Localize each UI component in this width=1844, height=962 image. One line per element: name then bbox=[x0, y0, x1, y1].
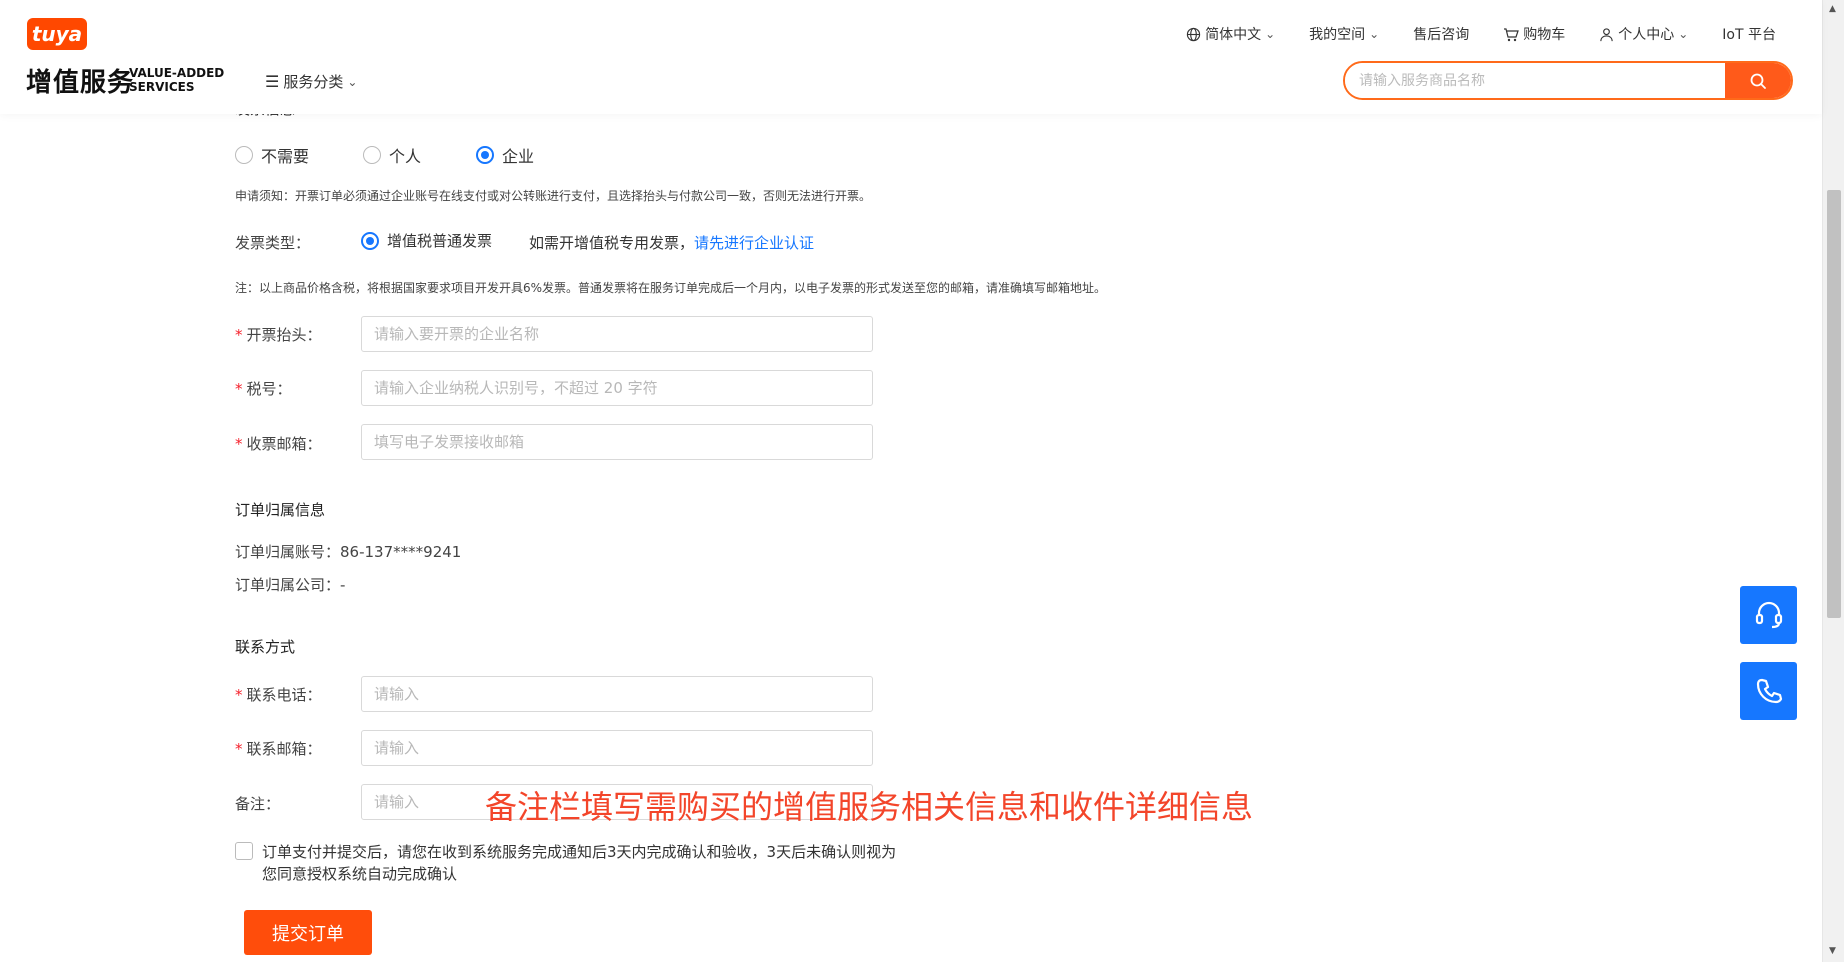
iot-platform-link[interactable]: IoT 平台 bbox=[1722, 24, 1776, 44]
label-text: 联系邮箱： bbox=[246, 740, 322, 758]
agreement-line: 您同意授权系统自动完成确认 bbox=[262, 865, 458, 883]
my-space-label: 我的空间 bbox=[1309, 27, 1366, 43]
vertical-scrollbar[interactable]: ▲ ▼ bbox=[1822, 0, 1844, 962]
my-space-menu[interactable]: 我的空间 ⌄ bbox=[1309, 24, 1379, 44]
agreement-line: 订单支付并提交后，请您在收到系统服务完成通知后3天内完成确认和验收，3天后未确认… bbox=[262, 843, 897, 861]
agreement-checkbox[interactable] bbox=[235, 842, 253, 860]
scroll-up-arrow-icon[interactable]: ▲ bbox=[1829, 4, 1836, 14]
subtitle-line: VALUE-ADDED bbox=[129, 66, 225, 80]
radio-circle bbox=[363, 146, 381, 164]
invoice-email-input[interactable] bbox=[361, 424, 873, 460]
language-selector[interactable]: 简体中文 ⌄ bbox=[1186, 24, 1275, 44]
chevron-down-icon: ⌄ bbox=[1265, 27, 1276, 41]
subtitle-line: SERVICES bbox=[129, 80, 195, 94]
cart-link[interactable]: 购物车 bbox=[1503, 24, 1565, 44]
order-company: 订单归属公司：- bbox=[235, 574, 345, 595]
radio-enterprise[interactable]: 企业 bbox=[476, 143, 534, 167]
list-icon: ☰ bbox=[265, 72, 280, 91]
remark-label: 备注： bbox=[235, 795, 281, 813]
language-label: 简体中文 bbox=[1205, 27, 1262, 43]
invoice-title-label: * 开票抬头： bbox=[235, 326, 322, 344]
tuya-logo[interactable]: tuya bbox=[27, 18, 87, 50]
radio-label: 不需要 bbox=[261, 147, 310, 166]
invoice-type-label: 发票类型： bbox=[235, 234, 311, 252]
enterprise-cert-link[interactable]: 请先进行企业认证 bbox=[694, 234, 814, 252]
customer-service-button[interactable] bbox=[1740, 586, 1797, 644]
phone-icon bbox=[1756, 678, 1782, 704]
radio-circle bbox=[235, 146, 253, 164]
contact-email-label: * 联系邮箱： bbox=[235, 740, 322, 758]
personal-center-menu[interactable]: 个人中心 ⌄ bbox=[1599, 24, 1688, 44]
top-nav: 简体中文 ⌄ 我的空间 ⌄ 售后咨询 购物车 个人中心 ⌄ IoT 平台 bbox=[1186, 24, 1776, 44]
radio-circle-selected bbox=[476, 146, 494, 164]
radio-label: 企业 bbox=[502, 147, 535, 166]
category-menu-label: 服务分类 bbox=[283, 73, 344, 91]
search-bar bbox=[1343, 61, 1793, 100]
cart-icon bbox=[1504, 27, 1520, 41]
contact-email-input[interactable] bbox=[361, 730, 873, 766]
site-title: 增值服务 bbox=[26, 68, 135, 98]
search-input[interactable] bbox=[1345, 63, 1725, 98]
invoice-notice: 申请须知：开票订单必须通过企业账号在线支付或对公转账进行支付，且选择抬头与付款公… bbox=[235, 189, 872, 203]
invoice-email-label: * 收票邮箱： bbox=[235, 435, 322, 453]
annotation-overlay: 备注栏填写需购买的增值服务相关信息和收件详细信息 bbox=[485, 788, 1254, 826]
order-form: 发票信息 不需要 个人 企业 申请须知：开票订单必须通过企业账号在线支付或对公转… bbox=[0, 0, 1822, 962]
radio-label: 个人 bbox=[389, 147, 422, 166]
special-invoice-text: 如需开增值税专用发票， bbox=[529, 234, 695, 252]
tax-note: 注：以上商品价格含税，将根据国家要求项目开发开具6%发票。普通发票将在服务订单完… bbox=[235, 281, 1107, 295]
cart-label: 购物车 bbox=[1523, 27, 1566, 43]
company-label: 订单归属公司： bbox=[235, 576, 341, 594]
chevron-down-icon: ⌄ bbox=[1369, 27, 1380, 41]
search-button[interactable] bbox=[1725, 63, 1791, 98]
label-text: 联系电话： bbox=[246, 686, 322, 704]
after-sales-label: 售后咨询 bbox=[1413, 27, 1470, 43]
label-text: 税号： bbox=[246, 380, 292, 398]
agreement-text: 订单支付并提交后，请您在收到系统服务完成通知后3天内完成确认和验收，3天后未确认… bbox=[262, 841, 896, 885]
radio-label: 增值税普通发票 bbox=[387, 232, 493, 250]
chevron-down-icon: ⌄ bbox=[1678, 27, 1689, 41]
account-value: 86-137****9241 bbox=[340, 543, 462, 561]
iot-platform-label: IoT 平台 bbox=[1722, 27, 1776, 43]
radio-no-invoice[interactable]: 不需要 bbox=[235, 143, 309, 167]
label-text: 收票邮箱： bbox=[246, 435, 322, 453]
label-text: 开票抬头： bbox=[246, 326, 322, 344]
tax-number-label: * 税号： bbox=[235, 380, 292, 398]
special-invoice-hint: 如需开增值税专用发票，请先进行企业认证 bbox=[529, 232, 814, 253]
order-account: 订单归属账号：86-137****9241 bbox=[235, 541, 461, 562]
contact-phone-label: * 联系电话： bbox=[235, 686, 322, 704]
search-icon bbox=[1750, 73, 1766, 89]
scroll-thumb[interactable] bbox=[1827, 190, 1841, 618]
radio-circle-selected bbox=[361, 231, 379, 250]
invoice-title-input[interactable] bbox=[361, 316, 873, 352]
site-header: tuya 增值服务 VALUE-ADDED SERVICES ☰ 服务分类 ⌄ … bbox=[0, 0, 1822, 114]
account-label: 订单归属账号： bbox=[235, 543, 341, 561]
tax-number-input[interactable] bbox=[361, 370, 873, 406]
radio-vat-normal[interactable]: 增值税普通发票 bbox=[361, 230, 492, 251]
scroll-down-arrow-icon[interactable]: ▼ bbox=[1829, 946, 1836, 956]
contact-title: 联系方式 bbox=[235, 638, 296, 656]
radio-personal[interactable]: 个人 bbox=[363, 143, 421, 167]
contact-phone-input[interactable] bbox=[361, 676, 873, 712]
user-icon bbox=[1600, 27, 1613, 41]
after-sales-link[interactable]: 售后咨询 bbox=[1413, 24, 1469, 44]
site-subtitle: VALUE-ADDED SERVICES bbox=[129, 66, 224, 94]
category-menu[interactable]: ☰ 服务分类 ⌄ bbox=[265, 71, 357, 92]
phone-contact-button[interactable] bbox=[1740, 662, 1797, 720]
company-value: - bbox=[340, 576, 346, 594]
personal-center-label: 个人中心 bbox=[1618, 27, 1675, 43]
globe-icon bbox=[1186, 27, 1201, 41]
order-owner-title: 订单归属信息 bbox=[235, 501, 326, 519]
chevron-down-icon: ⌄ bbox=[347, 74, 358, 89]
headset-icon bbox=[1755, 601, 1782, 629]
submit-order-button[interactable]: 提交订单 bbox=[244, 910, 372, 955]
